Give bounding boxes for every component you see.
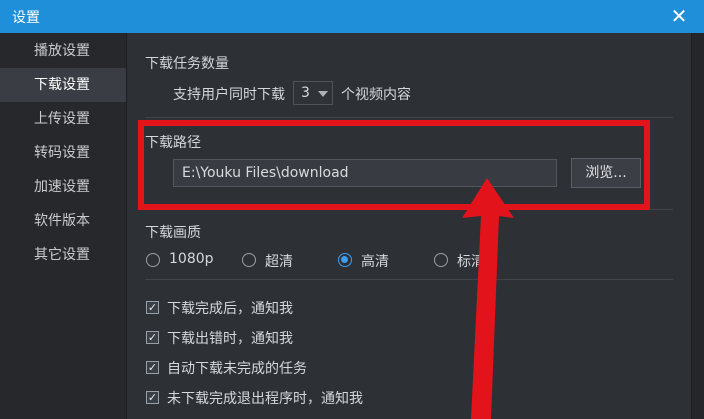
quality-radio-hd[interactable] xyxy=(338,253,352,267)
notify-exit-label: 未下载完成退出程序时，通知我 xyxy=(167,391,363,407)
scrollbar[interactable] xyxy=(691,33,704,419)
chevron-down-icon xyxy=(318,91,328,97)
download-tasks-title: 下载任务数量 xyxy=(145,56,229,72)
quality-label-hd: 高清 xyxy=(361,254,389,270)
sidebar-item-other[interactable]: 其它设置 xyxy=(0,238,126,272)
close-button[interactable]: ✕ xyxy=(668,4,690,28)
download-tasks-suffix: 个视频内容 xyxy=(341,87,411,103)
sidebar-item-transcode[interactable]: 转码设置 xyxy=(0,136,126,170)
concurrent-downloads-value: 3 xyxy=(301,85,310,101)
notify-exit-checkbox[interactable]: ✓ xyxy=(146,391,159,404)
quality-title: 下载画质 xyxy=(145,225,201,241)
download-path-title: 下载路径 xyxy=(145,135,201,151)
close-icon: ✕ xyxy=(670,4,688,28)
divider xyxy=(145,279,673,280)
sidebar-item-upload[interactable]: 上传设置 xyxy=(0,102,126,136)
quality-radio-sd[interactable] xyxy=(434,253,448,267)
notify-complete-label: 下载完成后，通知我 xyxy=(167,301,293,317)
sidebar: 播放设置 下载设置 上传设置 转码设置 加速设置 软件版本 其它设置 xyxy=(0,33,127,419)
quality-label-1080p: 1080p xyxy=(169,251,214,267)
quality-label-sd: 标清 xyxy=(457,254,485,270)
window-title: 设置 xyxy=(12,10,40,26)
divider xyxy=(145,209,673,210)
sidebar-item-acceleration[interactable]: 加速设置 xyxy=(0,170,126,204)
auto-resume-checkbox[interactable]: ✓ xyxy=(146,361,159,374)
quality-radio-super[interactable] xyxy=(242,253,256,267)
concurrent-downloads-select[interactable]: 3 xyxy=(293,81,333,105)
sidebar-item-download[interactable]: 下载设置 xyxy=(0,68,126,102)
auto-resume-label: 自动下载未完成的任务 xyxy=(167,361,307,377)
title-bar: 设置 ✕ xyxy=(0,0,704,33)
settings-panel: 下载任务数量 支持用户同时下载 3 个视频内容 下载路径 浏览... 下载画质 … xyxy=(127,33,692,419)
divider xyxy=(145,117,673,118)
quality-label-super: 超清 xyxy=(265,254,293,270)
download-tasks-prefix: 支持用户同时下载 xyxy=(173,87,285,103)
notify-error-label: 下载出错时，通知我 xyxy=(167,331,293,347)
browse-button[interactable]: 浏览... xyxy=(571,158,641,188)
notify-error-checkbox[interactable]: ✓ xyxy=(146,331,159,344)
sidebar-item-playback[interactable]: 播放设置 xyxy=(0,34,126,68)
notify-complete-checkbox[interactable]: ✓ xyxy=(146,301,159,314)
sidebar-item-version[interactable]: 软件版本 xyxy=(0,204,126,238)
download-path-input[interactable] xyxy=(173,159,557,187)
quality-radio-1080p[interactable] xyxy=(146,253,160,267)
